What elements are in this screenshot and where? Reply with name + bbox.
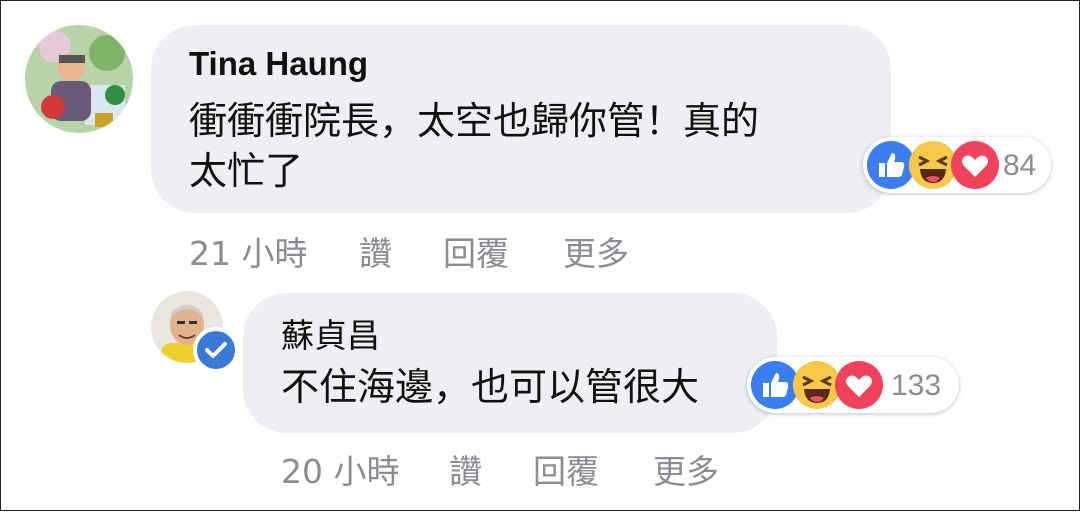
reaction-summary[interactable]: 84 xyxy=(863,137,1051,193)
comment-thread: Tina Haung 衝衝衝院長，太空也歸你管！真的 太忙了 84 21 小時 … xyxy=(0,0,1080,511)
comment-author[interactable]: Tina Haung xyxy=(189,45,368,83)
comment-text: 衝衝衝院長，太空也歸你管！真的 xyxy=(189,99,760,143)
reply-button[interactable]: 回覆 xyxy=(443,227,509,275)
reaction-summary[interactable]: 133 xyxy=(747,357,959,413)
comment-text: 太忙了 xyxy=(189,149,304,193)
reply-button[interactable]: 回覆 xyxy=(533,445,599,493)
like-icon xyxy=(751,361,799,409)
more-button[interactable]: 更多 xyxy=(653,445,719,493)
love-icon xyxy=(835,361,883,409)
reaction-count: 133 xyxy=(891,369,942,402)
avatar[interactable] xyxy=(25,25,133,133)
comment-author[interactable]: 蘇貞昌 xyxy=(281,309,380,357)
timestamp[interactable]: 21 小時 xyxy=(189,227,307,275)
comment-text: 不住海邊，也可以管很大 xyxy=(281,365,700,409)
more-button[interactable]: 更多 xyxy=(563,227,629,275)
timestamp[interactable]: 20 小時 xyxy=(281,445,399,493)
like-button[interactable]: 讚 xyxy=(449,445,482,493)
love-icon xyxy=(951,141,999,189)
haha-icon xyxy=(793,361,841,409)
like-button[interactable]: 讚 xyxy=(359,227,392,275)
like-icon xyxy=(867,141,915,189)
haha-icon xyxy=(909,141,957,189)
verified-badge-icon xyxy=(193,327,239,373)
reaction-count: 84 xyxy=(1003,149,1037,182)
